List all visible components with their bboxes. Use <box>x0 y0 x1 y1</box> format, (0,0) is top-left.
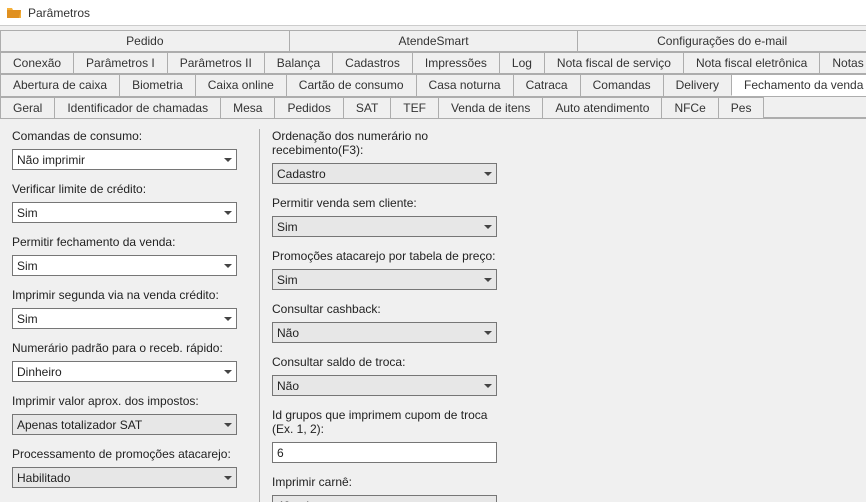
tab-nfce[interactable]: NFCe <box>661 97 718 118</box>
tab-parametros-i[interactable]: Parâmetros I <box>73 52 168 73</box>
label-promocoes-tabela: Promoções atacarejo por tabela de preço: <box>272 249 507 263</box>
chevron-down-icon <box>219 415 236 434</box>
label-segunda-via: Imprimir segunda via na venda crédito: <box>12 288 247 302</box>
tab-spacer <box>763 97 866 118</box>
tab-pedidos[interactable]: Pedidos <box>274 97 343 118</box>
tab-comandas[interactable]: Comandas <box>580 74 664 96</box>
select-ordenacao-numerario[interactable]: Cadastro <box>272 163 497 184</box>
label-venda-sem-cliente: Permitir venda sem cliente: <box>272 196 507 210</box>
tab-row-3: Abertura de caixa Biometria Caixa online… <box>0 74 866 97</box>
chevron-down-icon <box>219 362 236 381</box>
content-area: Comandas de consumo: Não imprimir Verifi… <box>0 119 866 502</box>
tab-atendesmart[interactable]: AtendeSmart <box>289 30 579 51</box>
chevron-down-icon <box>479 217 496 236</box>
tab-sat[interactable]: SAT <box>343 97 391 118</box>
select-value: Cadastro <box>277 167 479 181</box>
tab-notas-fiscais[interactable]: Notas fiscais <box>819 52 866 73</box>
tab-biometria[interactable]: Biometria <box>119 74 196 96</box>
input-id-grupos-cupom[interactable] <box>272 442 497 463</box>
chevron-down-icon <box>219 203 236 222</box>
tab-ident-chamadas[interactable]: Identificador de chamadas <box>54 97 221 118</box>
select-permitir-fechamento[interactable]: Sim <box>12 255 237 276</box>
chevron-down-icon <box>479 270 496 289</box>
chevron-down-icon <box>219 150 236 169</box>
tab-catraca[interactable]: Catraca <box>513 74 581 96</box>
select-limite-credito[interactable]: Sim <box>12 202 237 223</box>
select-numerario-padrao[interactable]: Dinheiro <box>12 361 237 382</box>
right-column: Ordenação dos numerário no recebimento(F… <box>272 129 507 502</box>
tab-abertura-caixa[interactable]: Abertura de caixa <box>0 74 120 96</box>
tab-delivery[interactable]: Delivery <box>663 74 732 96</box>
tab-fechamento-venda[interactable]: Fechamento da venda <box>731 74 866 96</box>
chevron-down-icon <box>479 376 496 395</box>
tab-row-4: Geral Identificador de chamadas Mesa Ped… <box>0 97 866 119</box>
titlebar: Parâmetros <box>0 0 866 26</box>
chevron-down-icon <box>479 496 496 502</box>
label-ordenacao-numerario: Ordenação dos numerário no recebimento(F… <box>272 129 507 157</box>
chevron-down-icon <box>479 164 496 183</box>
select-imprimir-impostos[interactable]: Apenas totalizador SAT <box>12 414 237 435</box>
tab-config-email[interactable]: Configurações do e-mail <box>577 30 866 51</box>
tab-parametros-ii[interactable]: Parâmetros II <box>167 52 265 73</box>
label-imprimir-carne: Imprimir carnê: <box>272 475 507 489</box>
tab-casa-noturna[interactable]: Casa noturna <box>416 74 514 96</box>
tab-balanca[interactable]: Balança <box>264 52 333 73</box>
select-value: Sim <box>17 259 219 273</box>
tab-pes[interactable]: Pes <box>718 97 765 118</box>
select-promocoes-tabela[interactable]: Sim <box>272 269 497 290</box>
select-consultar-cashback[interactable]: Não <box>272 322 497 343</box>
select-value: 40 colunas <box>277 499 479 502</box>
select-imprimir-carne[interactable]: 40 colunas <box>272 495 497 502</box>
tab-mesa[interactable]: Mesa <box>220 97 275 118</box>
label-comandas-consumo: Comandas de consumo: <box>12 129 247 143</box>
chevron-down-icon <box>219 309 236 328</box>
window-title: Parâmetros <box>28 6 90 20</box>
tab-nfs[interactable]: Nota fiscal de serviço <box>544 52 684 73</box>
chevron-down-icon <box>219 468 236 487</box>
column-divider <box>259 129 260 502</box>
tab-conexao[interactable]: Conexão <box>0 52 74 73</box>
tab-row-2: Conexão Parâmetros I Parâmetros II Balan… <box>0 52 866 74</box>
select-segunda-via[interactable]: Sim <box>12 308 237 329</box>
tab-caixa-online[interactable]: Caixa online <box>195 74 287 96</box>
label-limite-credito: Verificar limite de crédito: <box>12 182 247 196</box>
label-id-grupos-cupom: Id grupos que imprimem cupom de troca (E… <box>272 408 507 436</box>
select-value: Apenas totalizador SAT <box>17 418 219 432</box>
select-value: Não <box>277 326 479 340</box>
select-value: Habilitado <box>17 471 219 485</box>
select-value: Sim <box>277 220 479 234</box>
select-value: Não imprimir <box>17 153 219 167</box>
label-imprimir-impostos: Imprimir valor aprox. dos impostos: <box>12 394 247 408</box>
tab-cadastros[interactable]: Cadastros <box>332 52 413 73</box>
tab-impressoes[interactable]: Impressões <box>412 52 500 73</box>
select-promocoes-atacarejo[interactable]: Habilitado <box>12 467 237 488</box>
tab-log[interactable]: Log <box>499 52 545 73</box>
tab-tef[interactable]: TEF <box>390 97 439 118</box>
select-value: Sim <box>17 312 219 326</box>
chevron-down-icon <box>219 256 236 275</box>
tab-cartao-consumo[interactable]: Cartão de consumo <box>286 74 417 96</box>
left-column: Comandas de consumo: Não imprimir Verifi… <box>12 129 247 502</box>
select-comandas-consumo[interactable]: Não imprimir <box>12 149 237 170</box>
select-value: Sim <box>17 206 219 220</box>
tab-venda-itens[interactable]: Venda de itens <box>438 97 543 118</box>
chevron-down-icon <box>479 323 496 342</box>
select-value: Não <box>277 379 479 393</box>
select-saldo-troca[interactable]: Não <box>272 375 497 396</box>
label-promocoes-atacarejo: Processamento de promoções atacarejo: <box>12 447 247 461</box>
select-value: Dinheiro <box>17 365 219 379</box>
tab-nfe[interactable]: Nota fiscal eletrônica <box>683 52 820 73</box>
label-consultar-cashback: Consultar cashback: <box>272 302 507 316</box>
tab-row-1: Pedido AtendeSmart Configurações do e-ma… <box>0 30 866 52</box>
tab-auto-atendimento[interactable]: Auto atendimento <box>542 97 662 118</box>
label-numerario-padrao: Numerário padrão para o receb. rápido: <box>12 341 247 355</box>
tab-pedido[interactable]: Pedido <box>0 30 290 51</box>
folder-icon <box>6 5 22 21</box>
label-permitir-fechamento: Permitir fechamento da venda: <box>12 235 247 249</box>
label-saldo-troca: Consultar saldo de troca: <box>272 355 507 369</box>
select-value: Sim <box>277 273 479 287</box>
select-venda-sem-cliente[interactable]: Sim <box>272 216 497 237</box>
tab-geral[interactable]: Geral <box>0 97 55 118</box>
